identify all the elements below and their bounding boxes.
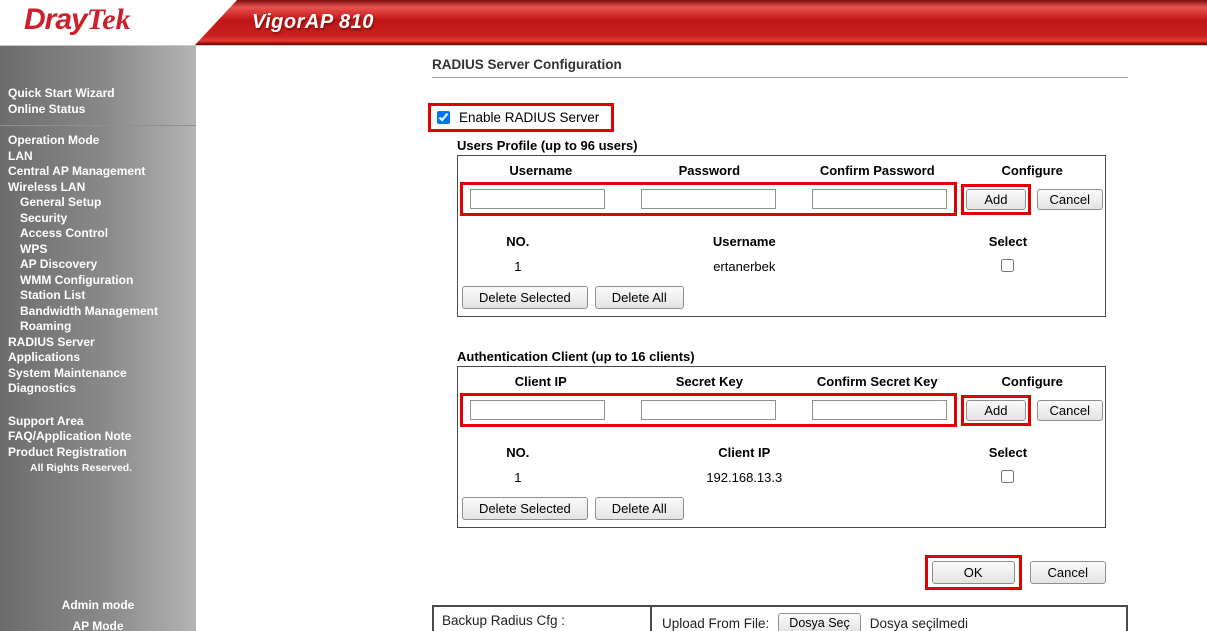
sidebar-item-bandwidth-management[interactable]: Bandwidth Management [0, 304, 196, 320]
users-list-header-select: Select [911, 232, 1105, 257]
page: DrayTek VigorAP 810 Quick Start Wizard O… [0, 0, 1207, 631]
logo-part1: Dray [24, 3, 87, 36]
clients-row-client-ip: 192.168.13.3 [578, 468, 911, 488]
sidebar-item-diagnostics[interactable]: Diagnostics [0, 381, 196, 397]
sidebar-item-station-list[interactable]: Station List [0, 288, 196, 304]
clients-header-secret-key: Secret Key [624, 371, 795, 393]
sidebar-item-lan[interactable]: LAN [0, 149, 196, 165]
confirm-password-input[interactable] [812, 189, 947, 209]
sidebar-item-operation-mode[interactable]: Operation Mode [0, 133, 196, 149]
clients-header-confirm-secret-key: Confirm Secret Key [795, 371, 959, 393]
ap-mode-label[interactable]: AP Mode [0, 619, 196, 631]
auth-client-panel: Client IP Secret Key Confirm Secret Key … [457, 366, 1106, 528]
users-profile-panel: Username Password Confirm Password Confi… [457, 155, 1106, 317]
clients-list-header-client-ip: Client IP [578, 443, 911, 468]
users-list-header-username: Username [578, 232, 911, 257]
users-row-select-checkbox[interactable] [1001, 259, 1014, 272]
highlight-users-add: Add [961, 184, 1030, 215]
users-header-password: Password [624, 160, 795, 182]
clients-row-select-checkbox[interactable] [1001, 470, 1014, 483]
sidebar-item-online-status[interactable]: Online Status [0, 102, 196, 118]
main-content: RADIUS Server Configuration Enable RADIU… [196, 46, 1207, 631]
backup-radius-cfg-label: Backup Radius Cfg : [442, 613, 642, 628]
title-rule [432, 77, 1128, 78]
sidebar-item-applications[interactable]: Applications [0, 350, 196, 366]
users-cancel-button[interactable]: Cancel [1037, 189, 1103, 210]
sidebar-item-central-ap-management[interactable]: Central AP Management [0, 164, 196, 180]
no-file-selected-text: Dosya seçilmedi [870, 616, 968, 631]
choose-file-button[interactable]: Dosya Seç [778, 613, 860, 631]
sidebar-item-product-registration[interactable]: Product Registration [0, 445, 196, 461]
sidebar-item-ap-discovery[interactable]: AP Discovery [0, 257, 196, 273]
users-header-username: Username [458, 160, 624, 182]
cancel-button[interactable]: Cancel [1030, 561, 1106, 584]
sidebar-item-radius-server[interactable]: RADIUS Server [0, 335, 196, 351]
mode-switcher: Admin mode AP Mode [0, 598, 196, 631]
ok-button[interactable]: OK [932, 561, 1015, 584]
enable-radius-label: Enable RADIUS Server [459, 110, 599, 125]
sidebar-item-roaming[interactable]: Roaming [0, 319, 196, 335]
users-row-username: ertanerbek [578, 257, 911, 277]
sidebar-item-general-setup[interactable]: General Setup [0, 195, 196, 211]
clients-cancel-button[interactable]: Cancel [1037, 400, 1103, 421]
confirm-secret-key-input[interactable] [812, 400, 947, 420]
auth-client-section-title: Authentication Client (up to 16 clients) [457, 349, 1207, 364]
clients-delete-selected-button[interactable]: Delete Selected [462, 497, 588, 520]
highlight-ok: OK [925, 555, 1022, 590]
highlight-enable-radius: Enable RADIUS Server [428, 103, 614, 132]
users-add-button[interactable]: Add [966, 189, 1025, 210]
users-header-confirm-password: Confirm Password [795, 160, 959, 182]
clients-row-no: 1 [458, 468, 578, 488]
highlight-user-inputs [460, 182, 957, 216]
draytek-logo: DrayTek [24, 5, 131, 41]
users-row-no: 1 [458, 257, 578, 277]
secret-key-input[interactable] [641, 400, 776, 420]
users-list-header-no: NO. [458, 232, 578, 257]
sidebar-item-support-area[interactable]: Support Area [0, 414, 196, 430]
sidebar-item-wps[interactable]: WPS [0, 242, 196, 258]
rights-note: All Rights Reserved. [0, 462, 196, 474]
sidebar-item-faq-application-note[interactable]: FAQ/Application Note [0, 429, 196, 445]
sidebar-item-wmm-configuration[interactable]: WMM Configuration [0, 273, 196, 289]
sidebar-menu: Quick Start Wizard Online Status Operati… [0, 46, 196, 631]
clients-header-client-ip: Client IP [458, 371, 624, 393]
enable-radius-checkbox[interactable] [437, 111, 450, 124]
header-banner: DrayTek VigorAP 810 [0, 0, 1207, 46]
admin-mode-label[interactable]: Admin mode [0, 598, 196, 612]
logo-swoosh-shape [195, 0, 239, 45]
sidebar-item-wireless-lan[interactable]: Wireless LAN [0, 180, 196, 196]
device-model-title: VigorAP 810 [252, 11, 374, 34]
password-input[interactable] [641, 189, 776, 209]
highlight-client-inputs [460, 393, 957, 427]
users-profile-section-title: Users Profile (up to 96 users) [457, 138, 1207, 153]
clients-add-button[interactable]: Add [966, 400, 1025, 421]
page-title: RADIUS Server Configuration [432, 57, 1207, 72]
highlight-clients-add: Add [961, 395, 1030, 426]
upload-from-file-label: Upload From File: [662, 616, 769, 631]
sidebar-item-system-maintenance[interactable]: System Maintenance [0, 366, 196, 382]
logo-part2: Tek [87, 3, 131, 36]
users-header-configure: Configure [959, 160, 1105, 182]
client-ip-input[interactable] [470, 400, 605, 420]
clients-delete-all-button[interactable]: Delete All [595, 497, 684, 520]
sidebar-divider [0, 125, 196, 126]
sidebar-item-quick-start-wizard[interactable]: Quick Start Wizard [0, 86, 196, 102]
clients-list-header-select: Select [911, 443, 1105, 468]
users-delete-all-button[interactable]: Delete All [595, 286, 684, 309]
sidebar-item-security[interactable]: Security [0, 211, 196, 227]
sidebar-item-access-control[interactable]: Access Control [0, 226, 196, 242]
clients-header-configure: Configure [959, 371, 1105, 393]
users-delete-selected-button[interactable]: Delete Selected [462, 286, 588, 309]
brand-logo: DrayTek [0, 0, 195, 45]
backup-restore-panel: Backup Radius Cfg : Backup Upload From F… [432, 605, 1128, 631]
username-input[interactable] [470, 189, 605, 209]
clients-list-header-no: NO. [458, 443, 578, 468]
